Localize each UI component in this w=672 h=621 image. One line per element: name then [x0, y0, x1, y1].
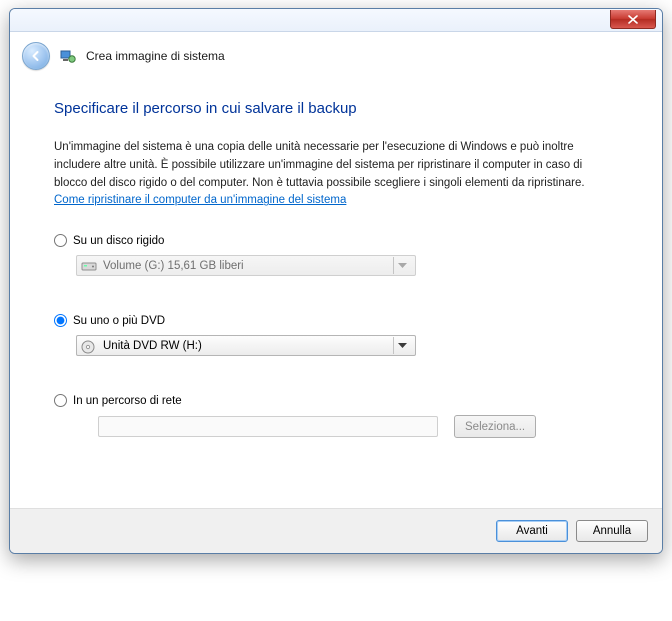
close-button[interactable]: [610, 10, 656, 29]
help-link[interactable]: Come ripristinare il computer da un'imma…: [54, 194, 346, 206]
close-icon: [628, 15, 638, 24]
chevron-down-icon: [393, 337, 411, 354]
browse-button[interactable]: Seleziona...: [454, 415, 536, 438]
wizard-window: Crea immagine di sistema Specificare il …: [9, 8, 663, 554]
option-dvd-row[interactable]: Su uno o più DVD: [54, 314, 618, 327]
back-button[interactable]: [22, 42, 50, 70]
option-hard-disk: Su un disco rigido Volume (G:) 15,61 GB …: [54, 234, 618, 276]
wizard-content: Specificare il percorso in cui salvare i…: [10, 78, 662, 508]
disc-icon: [81, 340, 97, 352]
wizard-footer: Avanti Annulla: [10, 508, 662, 553]
hard-disk-select[interactable]: Volume (G:) 15,61 GB liberi: [76, 255, 416, 276]
radio-hard-disk[interactable]: [54, 234, 67, 247]
wizard-icon: [60, 48, 76, 64]
network-path-input[interactable]: [98, 416, 438, 437]
dvd-drive-value: Unità DVD RW (H:): [103, 340, 387, 352]
hard-drive-icon: [81, 260, 97, 272]
option-hard-disk-row[interactable]: Su un disco rigido: [54, 234, 618, 247]
option-network: In un percorso di rete Seleziona...: [54, 394, 618, 438]
radio-dvd[interactable]: [54, 314, 67, 327]
option-dvd-label: Su uno o più DVD: [73, 315, 165, 327]
wizard-title: Crea immagine di sistema: [86, 49, 225, 63]
cancel-button[interactable]: Annulla: [576, 520, 648, 542]
option-hard-disk-label: Su un disco rigido: [73, 235, 164, 247]
back-arrow-icon: [29, 49, 43, 63]
option-dvd: Su uno o più DVD Unità DVD RW (H:): [54, 314, 618, 356]
page-heading: Specificare il percorso in cui salvare i…: [54, 100, 618, 117]
description-text: Un'immagine del sistema è una copia dell…: [54, 139, 618, 210]
titlebar: [10, 9, 662, 32]
radio-network[interactable]: [54, 394, 67, 407]
option-network-label: In un percorso di rete: [73, 395, 182, 407]
dvd-drive-select[interactable]: Unità DVD RW (H:): [76, 335, 416, 356]
hard-disk-value: Volume (G:) 15,61 GB liberi: [103, 260, 387, 272]
next-button[interactable]: Avanti: [496, 520, 568, 542]
description-body: Un'immagine del sistema è una copia dell…: [54, 141, 585, 189]
chevron-down-icon: [393, 257, 411, 274]
option-network-row[interactable]: In un percorso di rete: [54, 394, 618, 407]
wizard-header: Crea immagine di sistema: [10, 32, 662, 78]
